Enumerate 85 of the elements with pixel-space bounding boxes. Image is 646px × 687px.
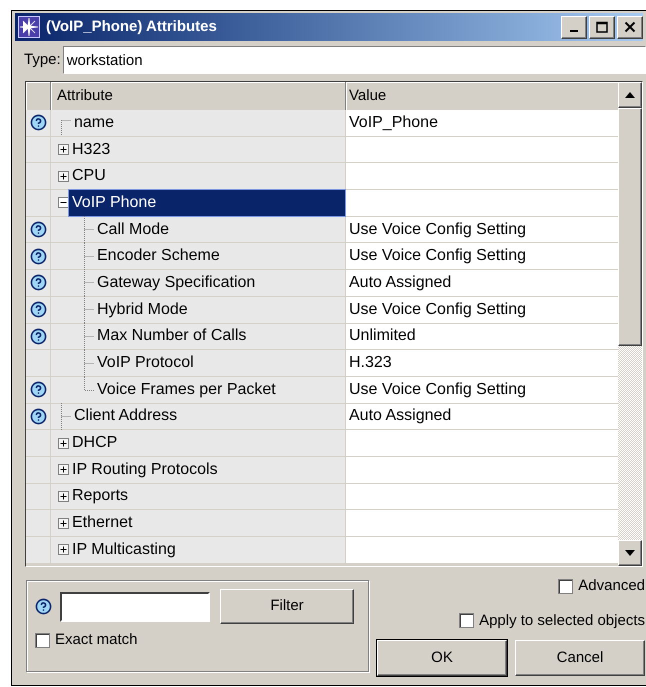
table-cell[interactable] [346,456,618,483]
help-icon[interactable] [30,274,46,292]
scroll-thumb[interactable] [618,108,642,346]
expand-icon[interactable] [58,490,69,502]
ok-button[interactable]: OK [377,640,507,676]
attribute-name[interactable]: IP Routing Protocols [69,456,222,483]
up-arrow-icon [625,92,635,98]
tree-connector [84,216,94,244]
close-button[interactable] [617,16,643,38]
attribute-name[interactable]: VoIP Phone [69,190,345,216]
close-icon [624,21,636,33]
attribute-name[interactable]: H323 [69,136,114,162]
help-icon[interactable] [30,248,46,265]
type-label: Type: [24,50,61,70]
tree-connector [84,322,94,350]
help-icon[interactable] [30,301,46,318]
attribute-name[interactable]: Client Address [71,404,182,430]
advanced-checkbox[interactable] [558,578,574,594]
maximize-icon [596,21,608,33]
table-cell[interactable]: VoIP_Phone [346,110,618,136]
table-cell[interactable] [346,163,618,190]
attribute-name[interactable]: Voice Frames per Packet [94,376,280,403]
cancel-button[interactable]: Cancel [515,640,645,676]
table-cell[interactable]: Use Voice Config Setting [346,243,618,270]
tree-connector [61,402,71,430]
table-cell[interactable] [346,430,618,456]
scrollbar[interactable] [618,82,642,566]
help-icon[interactable] [30,381,46,398]
tree-connector [84,242,94,270]
tree-connector [84,296,94,324]
table-cell[interactable] [346,484,618,510]
scroll-up-button[interactable] [618,82,642,108]
down-arrow-icon [625,550,635,556]
help-icon[interactable] [30,328,46,345]
attribute-name[interactable]: Ethernet [69,510,136,536]
expand-icon[interactable] [58,144,69,156]
expand-icon[interactable] [58,544,69,556]
advanced-label[interactable]: Advanced [578,575,645,598]
collapse-icon[interactable] [58,197,69,208]
table-cell[interactable] [346,190,618,216]
attribute-name[interactable]: Max Number of Calls [94,324,250,350]
apply-checkbox[interactable] [459,613,474,628]
help-icon[interactable] [35,598,52,615]
attribute-name[interactable]: IP Multicasting [69,537,180,563]
help-icon[interactable] [30,408,46,425]
attribute-name[interactable]: Call Mode [94,216,174,242]
table-cell[interactable]: Use Voice Config Setting [346,296,618,322]
attribute-name[interactable]: VoIP Protocol [94,350,198,376]
scroll-down-button[interactable] [618,540,642,566]
tree-connector [61,120,71,136]
expand-icon[interactable] [58,518,69,529]
help-icon[interactable] [30,221,46,238]
table-cell[interactable] [346,136,618,162]
attribute-name[interactable]: CPU [69,163,110,190]
attribute-name[interactable]: Encoder Scheme [94,243,224,270]
type-field[interactable]: workstation [62,46,646,74]
maximize-button[interactable] [589,16,615,38]
attribute-name[interactable]: name [71,110,118,136]
column-header[interactable]: Value [346,82,618,110]
help-icon[interactable] [30,114,46,132]
tree-connector [84,269,94,296]
table-cell[interactable]: Auto Assigned [346,270,618,296]
exact-match-label[interactable]: Exact match [55,629,138,652]
apply-label[interactable]: Apply to selected objects [479,610,645,632]
table-cell[interactable]: Use Voice Config Setting [346,216,618,242]
expand-icon[interactable] [58,464,69,476]
expand-icon[interactable] [58,170,69,182]
attribute-name[interactable]: DHCP [69,430,122,456]
table-cell[interactable]: H.323 [346,350,618,376]
table-cell[interactable] [346,537,618,563]
window-title: (VoIP_Phone) Attributes [46,16,218,37]
filter-field[interactable] [60,592,210,622]
minimize-button[interactable] [561,16,587,38]
attribute-name[interactable]: Gateway Specification [94,270,260,296]
table-cell[interactable]: Unlimited [346,324,618,350]
table-cell[interactable]: Auto Assigned [346,404,618,430]
expand-icon[interactable] [58,438,69,449]
star-icon [18,16,40,38]
attribute-name[interactable]: Reports [69,484,132,510]
exact-match-checkbox[interactable] [35,632,50,648]
minimize-icon [570,30,578,32]
attribute-name[interactable]: Hybrid Mode [94,296,192,322]
table-cell[interactable]: Use Voice Config Setting [346,376,618,403]
filter-button[interactable]: Filter [220,589,354,624]
table-cell[interactable] [346,510,618,536]
